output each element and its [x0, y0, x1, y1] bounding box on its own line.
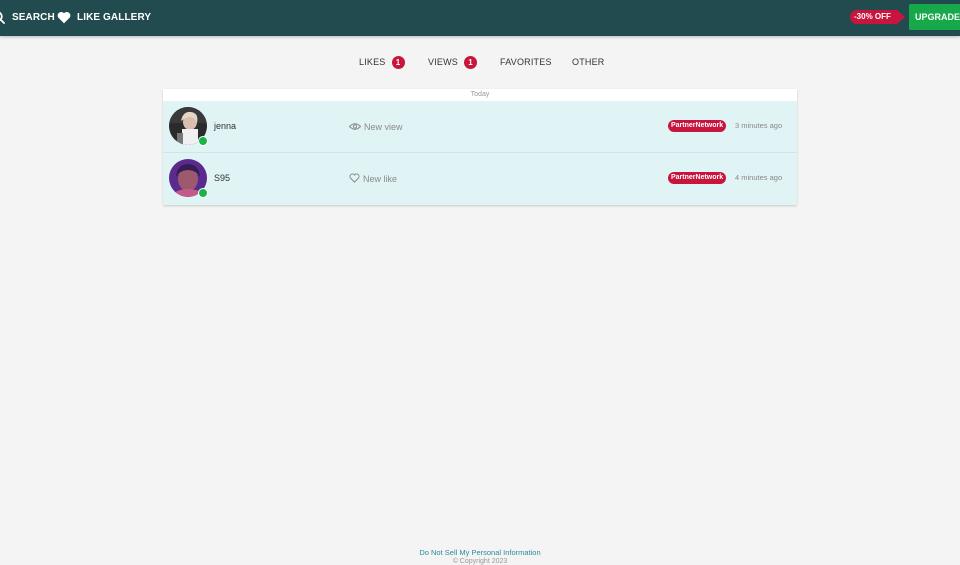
activity-status: New view [348, 120, 403, 134]
nav-search[interactable]: SEARCH [0, 0, 55, 34]
discount-badge[interactable]: -30% OFF [850, 9, 905, 25]
tab-favorites-label: FAVORITES [500, 57, 552, 67]
tab-views[interactable]: VIEWS 1 [428, 52, 478, 72]
date-header: Today [470, 91, 490, 98]
top-bar: SEARCH LIKE GALLERY -30% OFF UPGRADE NOW [0, 0, 960, 36]
heart-outline-icon [349, 173, 363, 185]
likes-count-badge: 1 [391, 55, 405, 69]
activity-label: New like [363, 174, 398, 184]
tab-likes-label: LIKES [359, 57, 386, 67]
nav-like-gallery[interactable]: LIKE GALLERY [57, 0, 151, 34]
activity-list: Today jenna New view PartnerNetwork 3 mi… [163, 89, 797, 205]
views-count-badge: 1 [464, 55, 478, 69]
tab-other-label: OTHER [572, 57, 605, 67]
list-item[interactable]: jenna New view PartnerNetwork 3 minutes … [163, 101, 797, 153]
username[interactable]: S95 [214, 173, 230, 183]
upgrade-button[interactable]: UPGRADE NOW [909, 4, 960, 30]
discount-label: -30% OFF [850, 10, 896, 24]
online-indicator [198, 188, 208, 198]
nav-search-label: SEARCH [12, 11, 55, 23]
heart-icon [57, 11, 71, 24]
privacy-link[interactable]: Do Not Sell My Personal Information [0, 548, 960, 557]
source-badge: PartnerNetwork [668, 120, 727, 132]
nav-like-gallery-label: LIKE GALLERY [77, 11, 152, 23]
username[interactable]: jenna [214, 121, 236, 131]
activity-label: New view [364, 122, 403, 132]
online-indicator [198, 136, 208, 146]
list-item[interactable]: S95 New like PartnerNetwork 4 minutes ag… [163, 153, 797, 205]
search-icon [0, 11, 5, 24]
tab-favorites[interactable]: FAVORITES [500, 52, 552, 72]
timestamp: 3 minutes ago [735, 121, 783, 130]
activity-status: New like [349, 172, 397, 186]
tab-other[interactable]: OTHER [572, 52, 605, 72]
timestamp: 4 minutes ago [735, 173, 783, 182]
source-badge: PartnerNetwork [668, 172, 727, 184]
tab-views-label: VIEWS [428, 57, 459, 67]
tab-likes[interactable]: LIKES 1 [359, 52, 405, 72]
activity-tabs: LIKES 1 VIEWS 1 FAVORITES OTHER [0, 52, 960, 72]
copyright-text: © Copyright 2023 [452, 558, 508, 565]
discount-arrow [895, 9, 905, 25]
eye-icon [348, 122, 364, 133]
